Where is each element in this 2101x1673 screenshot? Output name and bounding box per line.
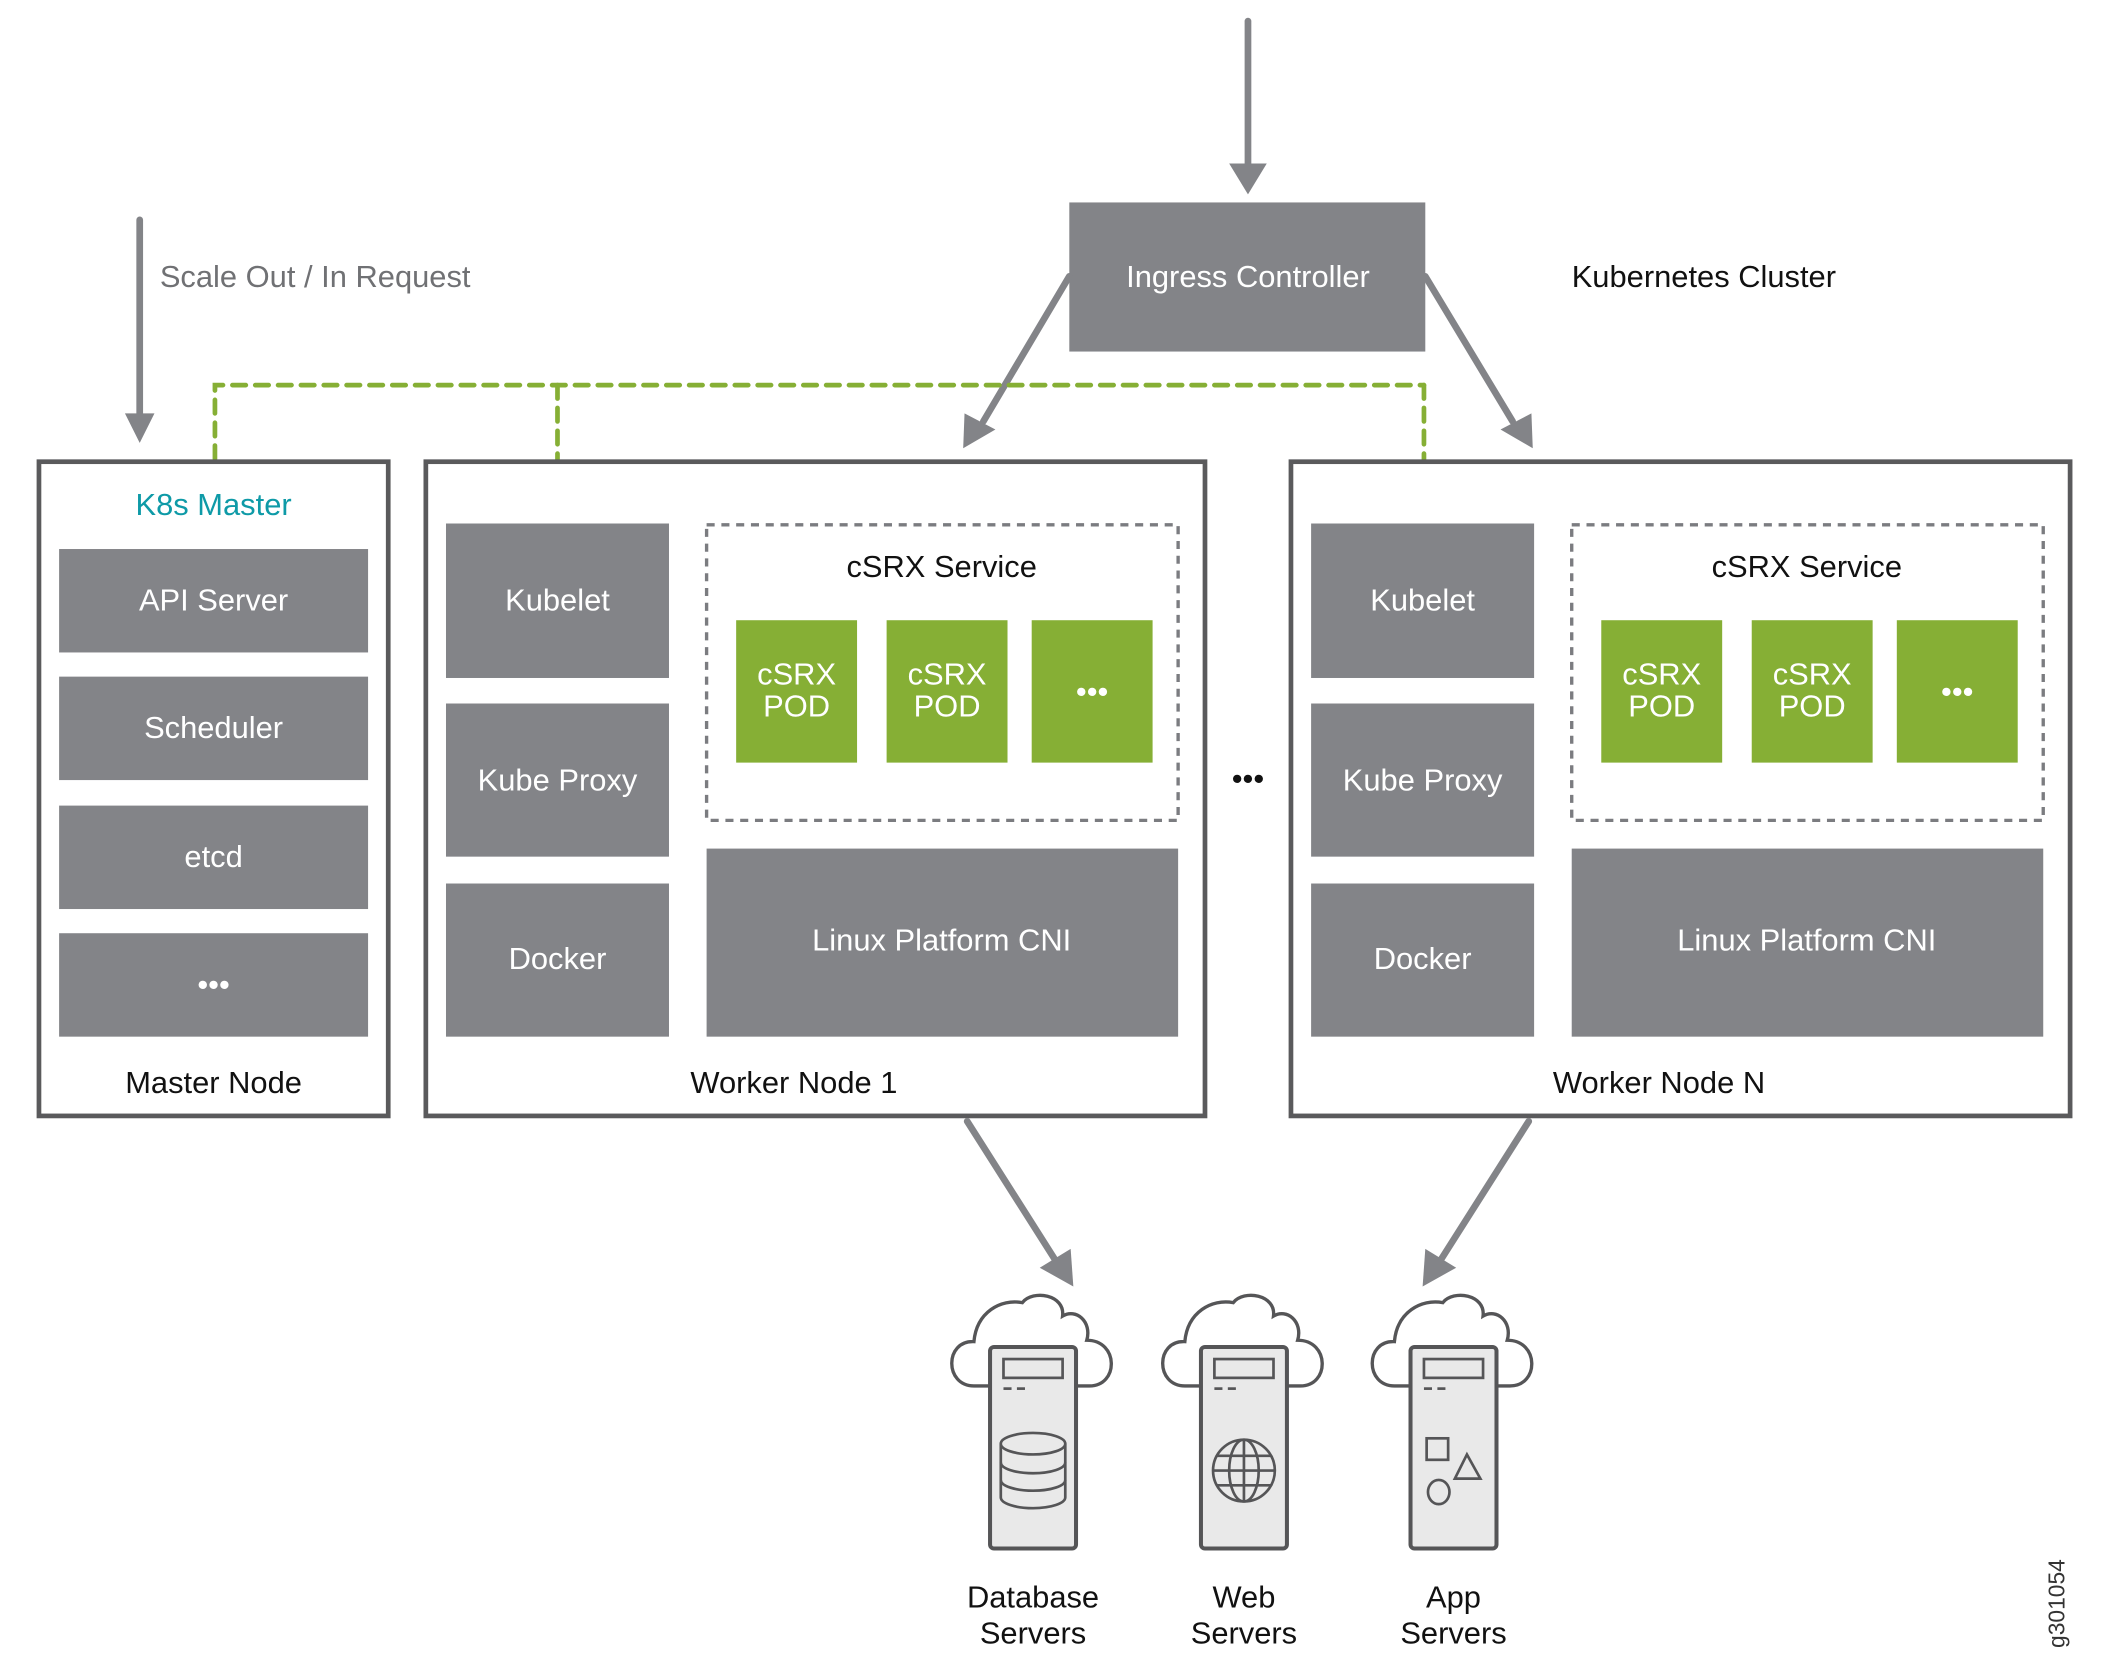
ingress-controller: Ingress Controller	[1069, 202, 1426, 352]
svg-text:Docker: Docker	[509, 941, 607, 976]
drive-bay-icon	[1422, 1357, 1485, 1380]
more-workers-ellipsis-icon: •••	[1232, 761, 1264, 796]
server-label: Web	[1212, 1579, 1275, 1614]
ingress-controller-label: Ingress Controller	[1126, 259, 1370, 294]
svg-text:etcd: etcd	[184, 839, 242, 874]
svg-text:Scheduler: Scheduler	[144, 710, 283, 745]
service-title: cSRX Service	[1712, 549, 1902, 584]
master-title: K8s Master	[136, 487, 292, 522]
workerN-kube-proxy: Kube Proxy	[1311, 703, 1535, 857]
circle-icon	[1426, 1478, 1451, 1506]
svg-text:Kube Proxy: Kube Proxy	[1343, 763, 1503, 798]
svg-text:cSRX: cSRX	[1773, 656, 1852, 691]
ellipsis-icon: •••	[1076, 674, 1108, 709]
scale-request-arrow	[124, 216, 155, 443]
workerN-docker: Docker	[1311, 883, 1535, 1037]
scale-request-label: Scale Out / In Request	[160, 259, 471, 294]
diagram-svg: Ingress Controller Kubernetes Cluster Sc…	[36, 17, 2073, 1651]
svg-text:POD: POD	[1779, 689, 1846, 724]
worker1-docker: Docker	[445, 883, 669, 1037]
csrx-pod: cSRX POD	[1751, 620, 1873, 763]
master-component-more: •••	[59, 933, 369, 1037]
ellipsis-icon: •••	[1941, 674, 1973, 709]
svg-text:POD: POD	[763, 689, 830, 724]
svg-text:POD: POD	[914, 689, 981, 724]
square-icon	[1425, 1436, 1450, 1462]
worker1-kube-proxy: Kube Proxy	[445, 703, 669, 857]
worker1-kubelet: Kubelet	[445, 523, 669, 678]
server-group: WebServers	[1161, 1293, 1324, 1651]
csrx-pod: cSRX POD	[886, 620, 1008, 763]
svg-text:Docker: Docker	[1374, 941, 1472, 976]
server-label: Servers	[1191, 1616, 1297, 1651]
workerN-linux-platform-cni: Linux Platform CNI	[1571, 848, 2044, 1037]
server-label: Servers	[980, 1616, 1086, 1651]
master-footer: Master Node	[125, 1065, 302, 1100]
service-title: cSRX Service	[846, 549, 1036, 584]
worker1-to-servers-arrow	[963, 1117, 1074, 1287]
svg-text:API Server: API Server	[139, 583, 288, 618]
globe-icon	[1211, 1438, 1277, 1503]
architecture-diagram: Ingress Controller Kubernetes Cluster Sc…	[0, 0, 2101, 1673]
csrx-pod: cSRX POD	[736, 620, 858, 763]
arrow-down-icon	[1229, 163, 1267, 195]
svg-text:Kube Proxy: Kube Proxy	[478, 763, 638, 798]
drive-bay-icon	[1213, 1357, 1275, 1380]
drive-bay-icon	[1002, 1357, 1064, 1380]
master-node: K8s Master API Server Scheduler etcd •••…	[36, 459, 391, 1119]
svg-text:Linux Platform CNI: Linux Platform CNI	[812, 922, 1071, 957]
ingress-to-workerN-arrow	[1421, 272, 1533, 449]
ingress-to-worker1-arrow	[963, 272, 1073, 449]
worker-node-n: Kubelet Kube Proxy Docker cSRX Service c…	[1288, 459, 2073, 1119]
figure-id: g301054	[2044, 1559, 2070, 1648]
csrx-pod-more: •••	[1896, 620, 2018, 763]
worker1-linux-platform-cni: Linux Platform CNI	[706, 848, 1179, 1037]
ingress-inbound-arrow	[1229, 17, 1267, 195]
workerN-kubelet: Kubelet	[1311, 523, 1535, 678]
server-group: DatabaseServers	[950, 1293, 1113, 1651]
ellipsis-icon: •••	[197, 967, 229, 1002]
svg-text:cSRX: cSRX	[757, 656, 836, 691]
server-label: App	[1426, 1579, 1481, 1614]
master-component-etcd: etcd	[59, 805, 369, 910]
worker-node-1: Kubelet Kube Proxy Docker cSRX Service c…	[423, 459, 1208, 1119]
master-component-api-server: API Server	[59, 549, 369, 653]
server-label: Database	[967, 1579, 1099, 1614]
svg-text:Linux Platform CNI: Linux Platform CNI	[1677, 922, 1936, 957]
svg-text:POD: POD	[1628, 689, 1695, 724]
svg-text:Kubelet: Kubelet	[1370, 583, 1475, 618]
cluster-label: Kubernetes Cluster	[1572, 259, 1836, 294]
worker1-footer: Worker Node 1	[690, 1065, 897, 1100]
database-icon	[999, 1431, 1067, 1510]
arrow-down-icon	[124, 413, 155, 443]
workerN-to-servers-arrow	[1422, 1117, 1533, 1287]
svg-text:cSRX: cSRX	[908, 656, 987, 691]
master-component-scheduler: Scheduler	[59, 676, 369, 781]
server-label: Servers	[1400, 1616, 1506, 1651]
server-group: AppServers	[1370, 1293, 1534, 1651]
csrx-pod: cSRX POD	[1601, 620, 1723, 763]
csrx-pod-more: •••	[1031, 620, 1153, 763]
svg-text:cSRX: cSRX	[1622, 656, 1701, 691]
svg-text:Kubelet: Kubelet	[505, 583, 610, 618]
workerN-footer: Worker Node N	[1553, 1065, 1765, 1100]
